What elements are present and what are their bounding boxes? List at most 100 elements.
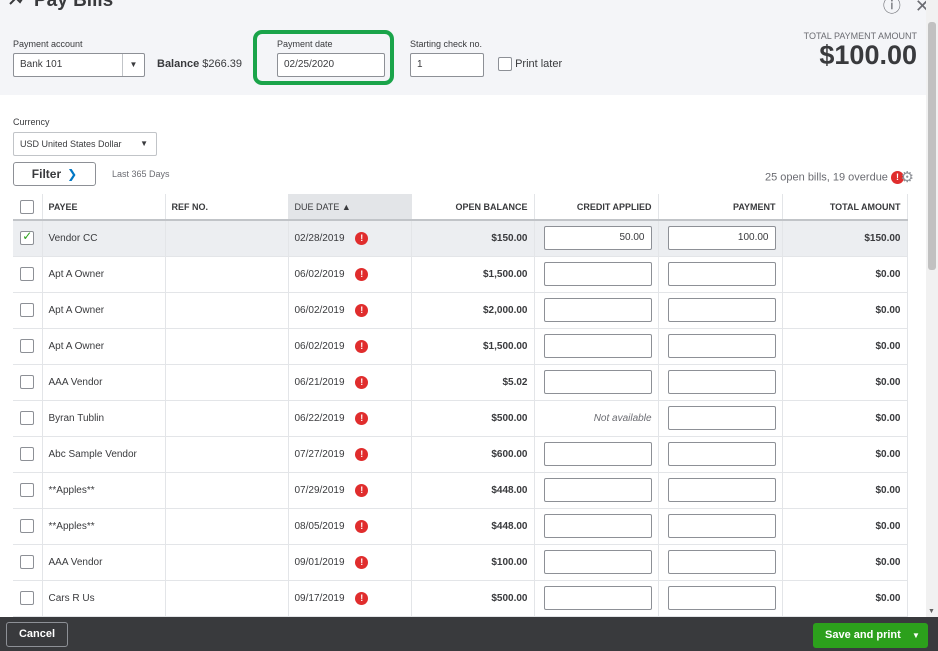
row-checkbox[interactable] (20, 229, 35, 246)
table-row[interactable]: AAA Vendor 06/21/2019 ! $5.02 $0.00 (13, 364, 908, 401)
header-ref[interactable]: REF NO. (165, 194, 289, 221)
payment-account-select[interactable]: Bank 101 ▼ (13, 53, 145, 77)
table-row[interactable]: **Apples** 08/05/2019 ! $448.00 $0.00 (13, 508, 908, 545)
row-checkbox[interactable] (20, 555, 35, 569)
row-select-cell[interactable] (13, 508, 43, 545)
table-row[interactable]: Vendor CC02/28/2019 !$150.0050.00100.00$… (13, 220, 908, 257)
open-balance-cell: $448.00 (411, 508, 535, 545)
row-select-cell[interactable] (13, 256, 43, 293)
payee-cell[interactable]: Apt A Owner (42, 292, 166, 329)
row-checkbox[interactable] (20, 591, 35, 605)
row-checkbox[interactable] (20, 519, 35, 533)
select-all-cell[interactable] (13, 194, 43, 221)
header-total-amount[interactable]: TOTAL AMOUNT (782, 194, 908, 221)
table-row[interactable]: AAA Vendor 09/01/2019 ! $100.00 $0.00 (13, 544, 908, 581)
row-checkbox[interactable] (20, 267, 35, 281)
payment-input[interactable]: 100.00 (667, 226, 776, 251)
header-credit-applied[interactable]: CREDIT APPLIED (534, 194, 659, 221)
row-select-cell[interactable] (13, 580, 43, 617)
payee-cell[interactable]: AAA Vendor (42, 364, 166, 401)
total-amount-cell: $0.00 (782, 436, 908, 473)
print-later-checkbox[interactable] (498, 57, 512, 71)
table-row[interactable]: Cars R Us 09/17/2019 ! $500.00 $0.00 (13, 580, 908, 617)
gear-icon[interactable]: ⚙ (901, 168, 914, 186)
header-payment[interactable]: PAYMENT (658, 194, 783, 221)
caret-down-icon[interactable]: ▼ (904, 623, 928, 648)
open-balance-cell: $2,000.00 (411, 292, 535, 329)
row-select-cell[interactable] (13, 544, 43, 581)
payee-cell[interactable]: Byran Tublin (42, 400, 166, 437)
row-select-cell[interactable] (13, 400, 43, 437)
table-row[interactable]: Apt A Owner 06/02/2019 ! $2,000.00 $0.00 (13, 292, 908, 329)
row-select-cell[interactable] (13, 472, 43, 509)
row-checkbox[interactable] (20, 411, 35, 425)
credit-applied-input[interactable] (543, 478, 652, 502)
credit-applied-input[interactable] (543, 262, 652, 286)
payment-cell (658, 292, 783, 329)
filter-button[interactable]: Filter ❯ (13, 162, 96, 186)
due-date-cell: 06/02/2019 ! (288, 292, 412, 329)
open-balance-cell: $1,500.00 (411, 256, 535, 293)
credit-applied-input[interactable] (543, 586, 652, 610)
row-select-cell[interactable] (13, 364, 43, 401)
payment-input[interactable] (667, 586, 776, 610)
row-checkbox[interactable] (20, 447, 35, 461)
payment-input[interactable] (667, 370, 776, 394)
payee-cell[interactable]: Abc Sample Vendor (42, 436, 166, 473)
payment-input[interactable] (667, 406, 776, 430)
payment-input[interactable] (667, 550, 776, 574)
save-and-print-button[interactable]: Save and print ▼ (813, 623, 928, 648)
balance-label: Balance (157, 58, 200, 70)
payment-input[interactable] (667, 262, 776, 286)
credit-applied-input[interactable] (543, 514, 652, 538)
payment-input[interactable] (667, 478, 776, 502)
header-due-date[interactable]: DUE DATE ▲ (288, 194, 412, 221)
payment-input[interactable] (667, 442, 776, 466)
credit-applied-input[interactable] (543, 298, 652, 322)
payee-cell[interactable]: Cars R Us (42, 580, 166, 617)
row-select-cell[interactable] (13, 436, 43, 473)
header-open-balance[interactable]: OPEN BALANCE (411, 194, 535, 221)
scrollbar[interactable]: ▼ (926, 0, 938, 617)
credit-applied-input[interactable] (543, 334, 652, 358)
payee-cell[interactable]: Apt A Owner (42, 328, 166, 365)
payee-cell[interactable]: **Apples** (42, 508, 166, 545)
table-row[interactable]: Abc Sample Vendor 07/27/2019 ! $600.00 $0.0… (13, 436, 908, 473)
due-date-value: 07/29/2019 (294, 484, 345, 496)
row-checkbox[interactable] (20, 483, 35, 497)
payee-cell[interactable]: **Apples** (42, 472, 166, 509)
row-select-cell[interactable] (13, 328, 43, 365)
select-all-checkbox[interactable] (20, 199, 35, 214)
payment-input[interactable] (667, 334, 776, 358)
header-payee[interactable]: PAYEE (42, 194, 166, 221)
cancel-button[interactable]: Cancel (6, 622, 68, 647)
payment-input[interactable] (667, 298, 776, 322)
credit-applied-input[interactable] (543, 370, 652, 394)
row-select-cell[interactable] (13, 292, 43, 329)
credit-applied-input[interactable] (543, 550, 652, 574)
table-row[interactable]: Apt A Owner 06/02/2019 ! $1,500.00 $0.00 (13, 328, 908, 365)
starting-check-field[interactable]: 1 (410, 53, 484, 77)
due-date-value: 06/02/2019 (294, 340, 345, 352)
payee-cell[interactable]: AAA Vendor (42, 544, 166, 581)
table-row[interactable]: Apt A Owner 06/02/2019 ! $1,500.00 $0.00 (13, 256, 908, 293)
credit-applied-input[interactable] (543, 442, 652, 466)
row-checkbox[interactable] (20, 303, 35, 317)
open-balance-cell: $500.00 (411, 580, 535, 617)
row-checkbox[interactable] (20, 375, 35, 389)
currency-select[interactable]: USD United States Dollar ▼ (13, 132, 157, 156)
help-icon[interactable]: ⓘ (883, 0, 901, 16)
scroll-down-arrow-icon[interactable]: ▼ (928, 608, 935, 615)
scrollbar-thumb[interactable] (928, 22, 936, 270)
credit-applied-input[interactable]: 50.00 (543, 226, 652, 251)
payment-input[interactable] (667, 514, 776, 538)
total-amount-cell: $0.00 (782, 472, 908, 509)
row-select-cell[interactable] (13, 220, 43, 257)
payee-cell[interactable]: Apt A Owner (42, 256, 166, 293)
table-row[interactable]: Byran Tublin 06/22/2019 ! $500.00 Not avail… (13, 400, 908, 437)
payee-cell[interactable]: Vendor CC (42, 220, 166, 257)
table-row[interactable]: **Apples** 07/29/2019 ! $448.00 $0.00 (13, 472, 908, 509)
row-checkbox[interactable] (20, 339, 35, 353)
print-later[interactable]: Print later (498, 57, 562, 71)
filter-range: Last 365 Days (112, 169, 170, 179)
